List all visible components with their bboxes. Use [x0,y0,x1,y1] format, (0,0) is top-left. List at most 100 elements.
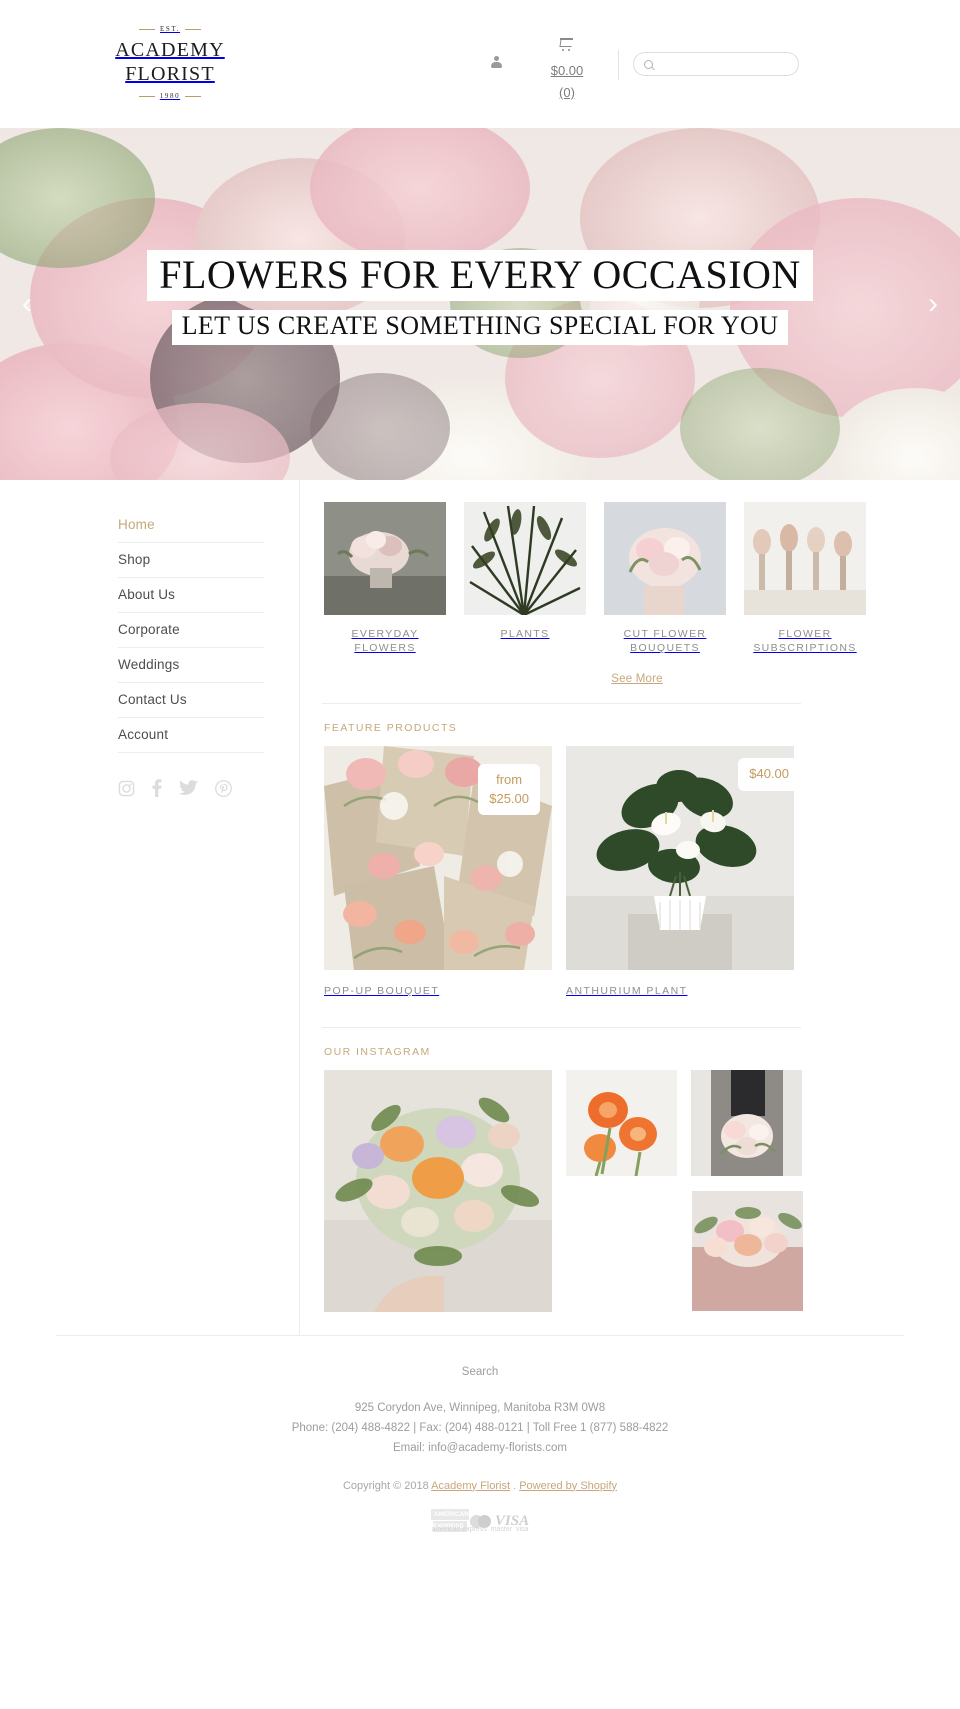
copyright-separator: . [513,1479,517,1492]
logo-year-text: 1980 [108,93,232,100]
hero-subtitle: LET US CREATE SOMETHING SPECIAL FOR YOU [171,310,789,345]
search-icon [644,59,653,69]
hero-prev-arrow[interactable]: ‹ [22,289,32,319]
product-name: ANTHURIUM PLANT [566,985,688,998]
hero-title: FLOWERS FOR EVERY OCCASION [147,250,813,302]
sidebar-item-weddings[interactable]: Weddings [118,648,264,683]
site-footer: Search 925 Corydon Ave, Winnipeg, Manito… [0,1336,960,1562]
category-grid: EVERYDAY FLOWERS PLANTS CUT FLOWER BOUQU… [322,502,960,655]
instagram-row-1 [566,1070,803,1177]
payment-captions: american express master visa [431,1525,529,1533]
sidebar-item-corporate[interactable]: Corporate [118,613,264,648]
hero-slider: ‹ › FLOWERS FOR EVERY OCCASION LET US CR… [0,128,960,480]
sidebar-link-contact-us[interactable]: Contact Us [118,683,264,717]
sidebar-item-about-us[interactable]: About Us [118,578,264,613]
section-divider [322,703,801,705]
category-flower-subscriptions[interactable]: FLOWER SUBSCRIPTIONS [744,502,866,655]
header-utilities: $0.00 (0) [470,34,799,103]
price-value: $25.00 [489,790,529,806]
instagram-post-small-3[interactable] [692,1191,803,1312]
logo-line-1: ACADEMY [115,39,225,61]
feature-products-grid: from $25.00 POP-UP BOUQUET $40.00 ANTHUR… [322,746,960,997]
site-header: EST. ACADEMY FLORIST 1980 $0.00 (0) [0,0,960,128]
person-icon [490,56,502,68]
product-price-badge: from $25.00 [478,764,540,816]
section-divider [322,1027,801,1029]
powered-by-shopify-link[interactable]: Powered by Shopify [519,1480,617,1492]
see-more-row: See More [322,669,960,687]
cart-button[interactable]: $0.00 (0) [522,34,612,103]
instagram-post-small-1[interactable] [566,1070,677,1177]
category-label: FLOWER SUBSCRIPTIONS [753,628,857,655]
hero-next-arrow[interactable]: › [928,289,938,319]
instagram-post-small-2[interactable] [691,1070,802,1177]
search-box[interactable] [633,52,799,76]
product-card-anthurium-plant[interactable]: $40.00 ANTHURIUM PLANT [566,746,794,997]
brand-link[interactable]: Academy Florist [431,1480,510,1492]
cart-count: (0) [559,84,575,100]
sidebar-link-account[interactable]: Account [118,718,264,752]
sidebar-link-home[interactable]: Home [118,508,264,542]
page-content: Home Shop About Us Corporate Weddings Co… [0,480,960,1335]
twitter-link[interactable] [179,780,198,796]
cart-total: $0.00 [550,63,584,79]
payment-methods: AMERICAN EXPRESS VISA american express ma… [0,1508,960,1534]
product-card-pop-up-bouquet[interactable]: from $25.00 POP-UP BOUQUET [324,746,552,997]
hero-caption: FLOWERS FOR EVERY OCCASION LET US CREATE… [0,250,960,345]
instagram-link[interactable] [118,780,135,797]
pinterest-icon [215,779,232,797]
sidebar-item-home[interactable]: Home [118,508,264,543]
search-input[interactable] [659,57,789,71]
footer-email: Email: info@academy-florists.com [393,1442,567,1455]
facebook-link[interactable] [152,779,162,797]
price-value: $40.00 [749,766,789,782]
instagram-right-column [566,1070,803,1312]
page-root: EST. ACADEMY FLORIST 1980 $0.00 (0) ‹ › … [0,0,960,1562]
instagram-grid [322,1070,960,1313]
feature-products-heading: FEATURE PRODUCTS [324,722,458,735]
category-label: PLANTS [500,628,550,640]
sidebar-item-shop[interactable]: Shop [118,543,264,578]
logo-line-2: FLORIST [125,62,215,85]
sidebar: Home Shop About Us Corporate Weddings Co… [0,480,300,1335]
site-logo[interactable]: EST. ACADEMY FLORIST 1980 [108,26,232,100]
instagram-post-large[interactable] [324,1070,552,1313]
category-thumbnail [464,502,586,615]
sidebar-link-corporate[interactable]: Corporate [118,613,264,647]
account-button[interactable] [470,34,522,68]
see-more-link[interactable]: See More [611,673,662,685]
main-column: EVERYDAY FLOWERS PLANTS CUT FLOWER BOUQU… [300,480,960,1335]
category-everyday-flowers[interactable]: EVERYDAY FLOWERS [324,502,446,655]
facebook-icon [152,779,162,797]
category-plants[interactable]: PLANTS [464,502,586,655]
sidebar-item-contact-us[interactable]: Contact Us [118,683,264,718]
price-prefix: from [496,772,523,788]
header-divider [618,50,619,80]
cart-icon [560,38,574,51]
sidebar-link-weddings[interactable]: Weddings [118,648,264,682]
pinterest-link[interactable] [215,779,232,797]
social-links [118,779,299,797]
sidebar-item-account[interactable]: Account [118,718,264,753]
product-image: from $25.00 [324,746,552,971]
footer-phones: Phone: (204) 488-4822 | Fax: (204) 488-0… [291,1422,669,1435]
category-thumbnail [744,502,866,615]
footer-copyright: Copyright © 2018 Academy Florist . Power… [0,1477,960,1496]
product-image: $40.00 [566,746,794,971]
footer-address: 925 Corydon Ave, Winnipeg, Manitoba R3M … [354,1402,606,1415]
footer-search-link[interactable]: Search [462,1362,498,1382]
instagram-row-2 [566,1191,803,1312]
category-thumbnail [604,502,726,615]
sidebar-nav: Home Shop About Us Corporate Weddings Co… [118,508,264,753]
instagram-icon [118,780,135,796]
twitter-icon [179,780,198,795]
instagram-heading: OUR INSTAGRAM [324,1046,431,1059]
sidebar-link-about-us[interactable]: About Us [118,578,264,612]
product-name: POP-UP BOUQUET [324,985,440,998]
logo-est-text: EST. [108,26,232,33]
sidebar-link-shop[interactable]: Shop [118,543,264,577]
copyright-text: Copyright © 2018 [342,1479,429,1492]
category-cut-flower-bouquets[interactable]: CUT FLOWER BOUQUETS [604,502,726,655]
category-label: CUT FLOWER BOUQUETS [623,628,707,655]
category-label: EVERYDAY FLOWERS [351,628,419,655]
